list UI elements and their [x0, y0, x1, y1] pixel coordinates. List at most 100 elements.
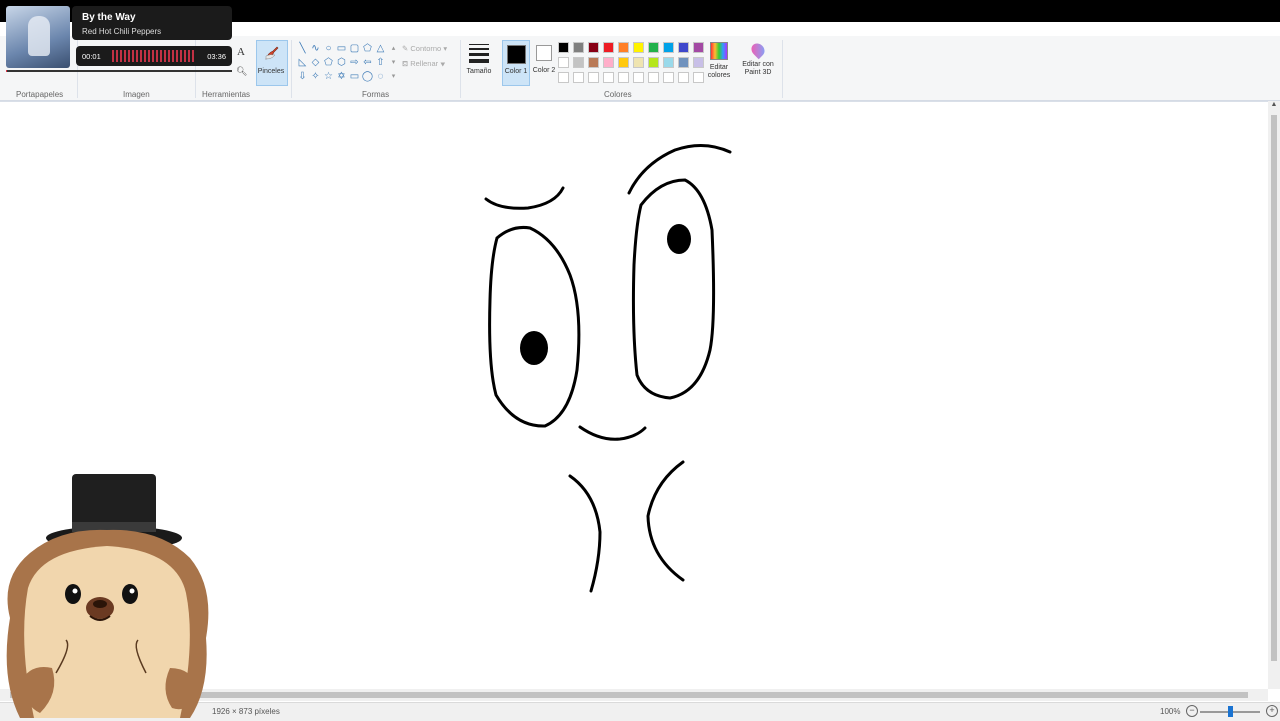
palette-swatch[interactable]	[558, 57, 569, 68]
text-tool-icon[interactable]: A	[237, 46, 245, 58]
color-palette[interactable]	[558, 42, 705, 85]
triangle-shape-icon[interactable]: △	[374, 42, 387, 56]
group-label-shapes: Formas	[362, 90, 390, 99]
palette-swatch[interactable]	[648, 42, 659, 53]
size-button[interactable]	[466, 40, 492, 84]
right-eyebrow-stroke	[627, 144, 732, 195]
progress-bar	[6, 70, 232, 72]
polygon-shape-icon[interactable]: ⬠	[361, 42, 374, 56]
palette-swatch[interactable]	[588, 42, 599, 53]
palette-swatch[interactable]	[678, 42, 689, 53]
palette-swatch[interactable]	[648, 57, 659, 68]
six-point-star-icon[interactable]: ✡	[335, 70, 348, 84]
fill-label: Rellenar	[410, 59, 439, 68]
palette-swatch[interactable]	[663, 57, 674, 68]
palette-swatch[interactable]	[693, 57, 704, 68]
fill-bucket-icon: ⛾	[402, 59, 411, 68]
curve-shape-icon[interactable]: ∿	[309, 42, 322, 56]
up-arrow-shape-icon[interactable]: ⇧	[374, 56, 387, 70]
scroll-down-icon[interactable]: ▾	[387, 56, 400, 70]
vertical-scroll-thumb[interactable]	[1271, 115, 1277, 661]
more-shapes-icon[interactable]: ▾	[387, 70, 400, 84]
brushes-button[interactable]	[256, 40, 288, 86]
brush-icon	[265, 46, 279, 60]
color2-button[interactable]: Color 2	[532, 40, 556, 84]
palette-swatch[interactable]	[603, 42, 614, 53]
diamond-shape-icon[interactable]: ◇	[309, 56, 322, 70]
album-art	[6, 6, 70, 68]
palette-swatch[interactable]	[618, 42, 629, 53]
palette-swatch[interactable]	[603, 72, 614, 83]
left-pupil	[520, 331, 548, 365]
palette-swatch[interactable]	[648, 72, 659, 83]
color1-button[interactable]: Color 1	[502, 40, 530, 86]
paint3d-button[interactable]: Editar con Paint 3D	[738, 40, 778, 77]
palette-swatch[interactable]	[693, 42, 704, 53]
star-shape-icon[interactable]: ☆	[322, 70, 335, 84]
group-label-tools: Herramientas	[202, 90, 251, 99]
four-point-star-icon[interactable]: ✧	[309, 70, 322, 84]
hexagon-shape-icon[interactable]: ⬡	[335, 56, 348, 70]
edit-colors-button[interactable]: Editar colores	[704, 40, 734, 80]
line-shape-icon[interactable]: ╲	[296, 42, 309, 56]
palette-swatch[interactable]	[573, 57, 584, 68]
size-label: Tamaño	[466, 68, 492, 75]
right-triangle-shape-icon[interactable]: ◺	[296, 56, 309, 70]
palette-swatch[interactable]	[663, 72, 674, 83]
nose-stroke	[578, 425, 647, 441]
palette-swatch[interactable]	[558, 42, 569, 53]
zoom-slider-thumb[interactable]	[1228, 706, 1233, 717]
palette-swatch[interactable]	[603, 57, 614, 68]
rectangle-shape-icon[interactable]: ▭	[335, 42, 348, 56]
audio-waveform	[112, 50, 196, 62]
palette-swatch[interactable]	[588, 72, 599, 83]
fill-dropdown[interactable]: ⛾ Rellenar ▾	[402, 59, 445, 69]
right-arrow-shape-icon[interactable]: ⇨	[348, 56, 361, 70]
palette-swatch[interactable]	[558, 72, 569, 83]
color1-label: Color 1	[504, 68, 528, 75]
palette-swatch[interactable]	[693, 72, 704, 83]
palette-swatch[interactable]	[663, 42, 674, 53]
pentagon-shape-icon[interactable]: ⬠	[322, 56, 335, 70]
zoom-in-button[interactable]: +	[1266, 705, 1278, 717]
shapes-gallery[interactable]: ╲ ∿ ○ ▭ ▢ ⬠ △ ▴ ◺ ◇ ⬠ ⬡ ⇨ ⇦ ⇧ ▾ ⇩ ✧ ☆ ✡ …	[296, 42, 400, 82]
track-title: By the Way	[82, 12, 136, 23]
right-eye-outline	[631, 178, 716, 400]
palette-swatch[interactable]	[633, 42, 644, 53]
now-playing-widget: By the Way Red Hot Chili Peppers 00:01 0…	[6, 6, 232, 72]
track-info: By the Way Red Hot Chili Peppers	[72, 6, 232, 40]
brushes-label: Pinceles	[257, 68, 285, 75]
palette-swatch[interactable]	[618, 72, 629, 83]
palette-swatch[interactable]	[678, 72, 689, 83]
elapsed-time: 00:01	[82, 52, 101, 61]
rounded-rect-shape-icon[interactable]: ▢	[348, 42, 361, 56]
zoom-level: 100%	[1160, 707, 1181, 716]
callout-rect-icon[interactable]: ▭	[348, 70, 361, 84]
track-duration: 03:36	[207, 52, 226, 61]
palette-swatch[interactable]	[588, 57, 599, 68]
magnifier-icon[interactable]: 🔍︎	[236, 66, 247, 77]
scroll-up-icon[interactable]: ▴	[387, 42, 400, 56]
palette-swatch[interactable]	[573, 42, 584, 53]
palette-swatch[interactable]	[573, 72, 584, 83]
paint3d-icon	[748, 40, 768, 60]
left-arrow-shape-icon[interactable]: ⇦	[361, 56, 374, 70]
color1-swatch	[507, 45, 526, 64]
down-arrow-shape-icon[interactable]: ⇩	[296, 70, 309, 84]
outline-label: Contorno	[410, 44, 442, 53]
scroll-up-arrow-icon[interactable]: ▲	[1268, 101, 1280, 108]
outline-dropdown[interactable]: ✎ Contorno ▾	[402, 44, 447, 53]
left-neck-stroke	[568, 474, 602, 593]
oval-shape-icon[interactable]: ○	[322, 42, 335, 56]
right-neck-stroke	[646, 460, 685, 582]
palette-swatch[interactable]	[678, 57, 689, 68]
callout-oval-icon[interactable]: ◯	[361, 70, 374, 84]
divider	[782, 40, 783, 98]
palette-swatch[interactable]	[633, 57, 644, 68]
vertical-scrollbar[interactable]: ▲	[1268, 101, 1280, 689]
zoom-out-button[interactable]: −	[1186, 705, 1198, 717]
palette-swatch[interactable]	[633, 72, 644, 83]
palette-swatch[interactable]	[618, 57, 629, 68]
hedgehog-mascot-image	[6, 474, 209, 718]
callout-cloud-icon[interactable]: ◌	[374, 70, 387, 84]
